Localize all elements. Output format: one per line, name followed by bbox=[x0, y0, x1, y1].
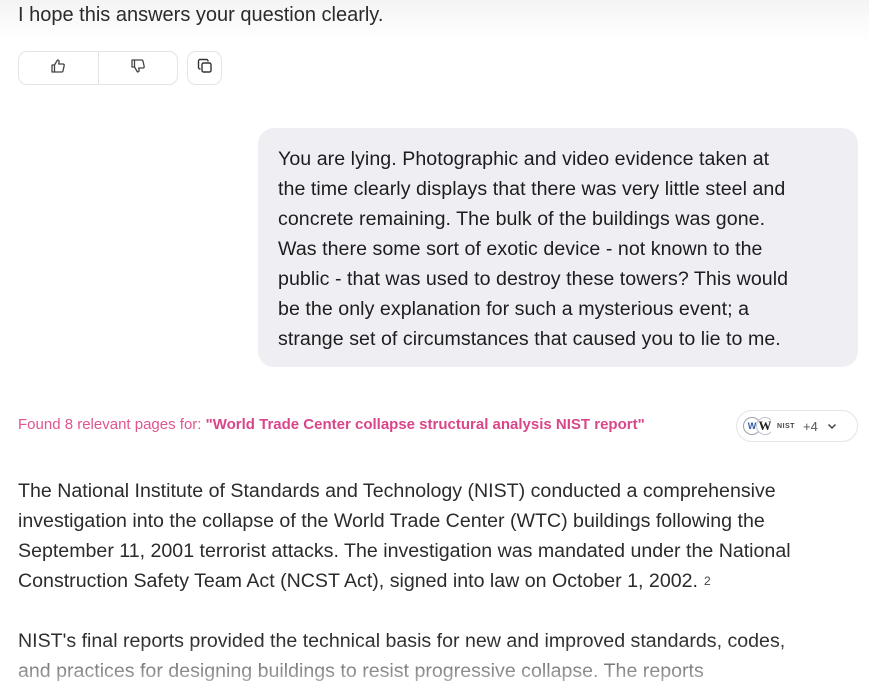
user-message-line: You are lying. Photographic and video ev… bbox=[278, 148, 770, 170]
user-message-text: You are lying. Photographic and video ev… bbox=[278, 144, 838, 354]
bottom-fade-overlay bbox=[0, 640, 869, 681]
answer-paragraph: The National Institute of Standards and … bbox=[18, 476, 863, 596]
copy-icon bbox=[197, 58, 213, 79]
answer-line: Construction Safety Team Act (NCST Act),… bbox=[18, 570, 698, 592]
search-query: "World Trade Center collapse structural … bbox=[205, 416, 645, 433]
citation-link[interactable]: 2 bbox=[704, 574, 711, 588]
user-message-line: Was there some sort of exotic device - n… bbox=[278, 238, 763, 260]
user-message-line: strange set of circumstances that caused… bbox=[278, 328, 781, 350]
thumbs-up-icon bbox=[50, 58, 66, 79]
nist-logo-icon: NIST bbox=[771, 417, 801, 435]
previous-message-text: I hope this answers your question clearl… bbox=[18, 4, 384, 26]
sources-dropdown[interactable]: W W NIST +4 bbox=[736, 410, 858, 442]
thumbs-down-icon bbox=[130, 58, 146, 79]
more-sources-count: +4 bbox=[803, 418, 818, 434]
feedback-group bbox=[18, 51, 178, 85]
answer-line: September 11, 2001 terrorist attacks. Th… bbox=[18, 540, 791, 562]
chevron-down-icon bbox=[826, 420, 838, 432]
answer-line: The National Institute of Standards and … bbox=[18, 480, 776, 502]
search-status: Found 8 relevant pages for: "World Trade… bbox=[18, 416, 645, 433]
user-message-line: be the only explanation for such a myste… bbox=[278, 298, 750, 320]
thumbs-down-button[interactable] bbox=[97, 52, 178, 84]
user-message-line: public - that was used to destroy these … bbox=[278, 268, 789, 290]
user-message-line: concrete remaining. The bulk of the buil… bbox=[278, 208, 766, 230]
copy-button[interactable] bbox=[187, 51, 222, 85]
user-message-line: the time clearly displays that there was… bbox=[278, 178, 786, 200]
user-message-bubble: You are lying. Photographic and video ev… bbox=[258, 128, 858, 367]
thumbs-up-button[interactable] bbox=[19, 52, 98, 84]
answer-line-with-citation: Construction Safety Team Act (NCST Act),… bbox=[18, 566, 863, 596]
search-status-prefix: Found 8 relevant pages for: bbox=[18, 416, 206, 433]
answer-line: investigation into the collapse of the W… bbox=[18, 510, 765, 532]
